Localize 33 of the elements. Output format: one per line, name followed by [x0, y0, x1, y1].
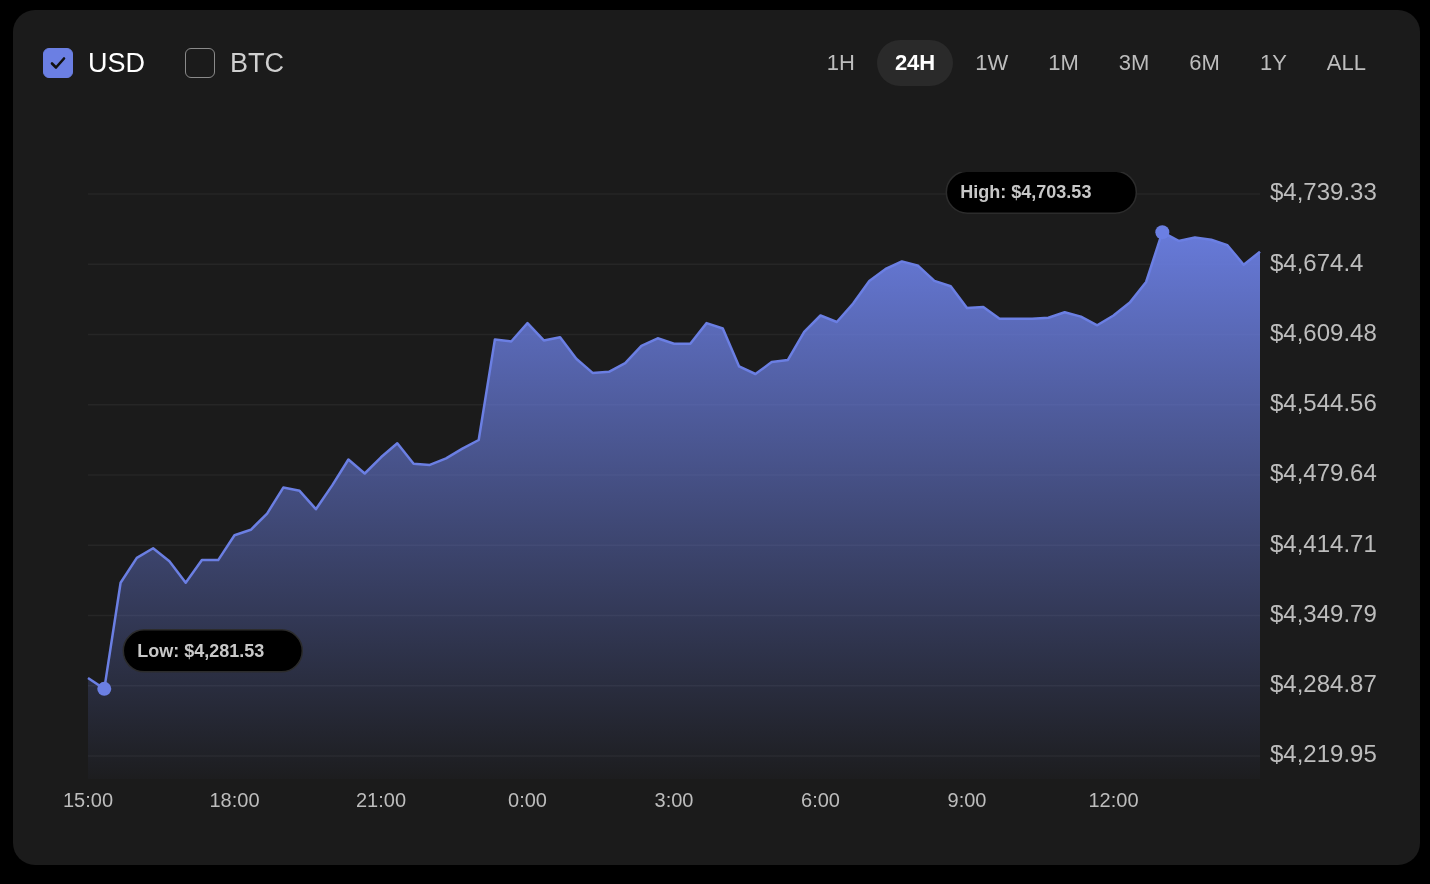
range-tab[interactable]: ALL	[1308, 40, 1384, 86]
marker-dot	[97, 681, 112, 696]
price-tooltip: High: $4,703.53	[945, 172, 1138, 214]
range-tab[interactable]: 6M	[1171, 40, 1238, 86]
marker-dot	[1155, 225, 1170, 240]
checkbox[interactable]	[185, 48, 215, 78]
range-tab[interactable]: 1M	[1030, 40, 1097, 86]
y-axis-label: $4,544.56	[1270, 389, 1377, 417]
price-tooltip: Low: $4,281.53	[122, 629, 304, 673]
x-axis-label: 18:00	[209, 789, 260, 811]
range-tab[interactable]: 24H	[876, 40, 954, 86]
y-axis-label: $4,609.48	[1270, 318, 1377, 346]
x-axis-label: 6:00	[801, 789, 840, 811]
y-axis-label: $4,414.71	[1270, 529, 1377, 557]
y-axis-label: $4,284.87	[1270, 670, 1377, 698]
checkbox[interactable]	[43, 48, 73, 78]
range-tab[interactable]: 3M	[1100, 40, 1168, 86]
x-axis-label: 12:00	[1088, 789, 1139, 811]
range-tab[interactable]: 1Y	[1241, 40, 1305, 86]
x-axis-label: 15:00	[62, 789, 114, 811]
range-tab[interactable]: 1H	[808, 40, 873, 86]
x-axis-label: 3:00	[654, 789, 694, 811]
y-axis-label: $4,349.79	[1270, 599, 1377, 627]
y-axis-label: $4,674.4	[1270, 248, 1364, 276]
range-tab[interactable]: 1W	[957, 40, 1027, 86]
x-axis-label: 0:00	[508, 789, 547, 811]
y-axis-label: $4,739.33	[1270, 178, 1377, 206]
currency-checkbox[interactable]: USD	[43, 47, 145, 79]
x-axis-label: 21:00	[355, 789, 407, 811]
y-axis-label: $4,219.95	[1270, 740, 1377, 768]
currency-checkbox[interactable]: BTC	[185, 47, 284, 79]
x-axis-label: 9:00	[947, 789, 987, 811]
y-axis-label: $4,479.64	[1270, 459, 1377, 487]
